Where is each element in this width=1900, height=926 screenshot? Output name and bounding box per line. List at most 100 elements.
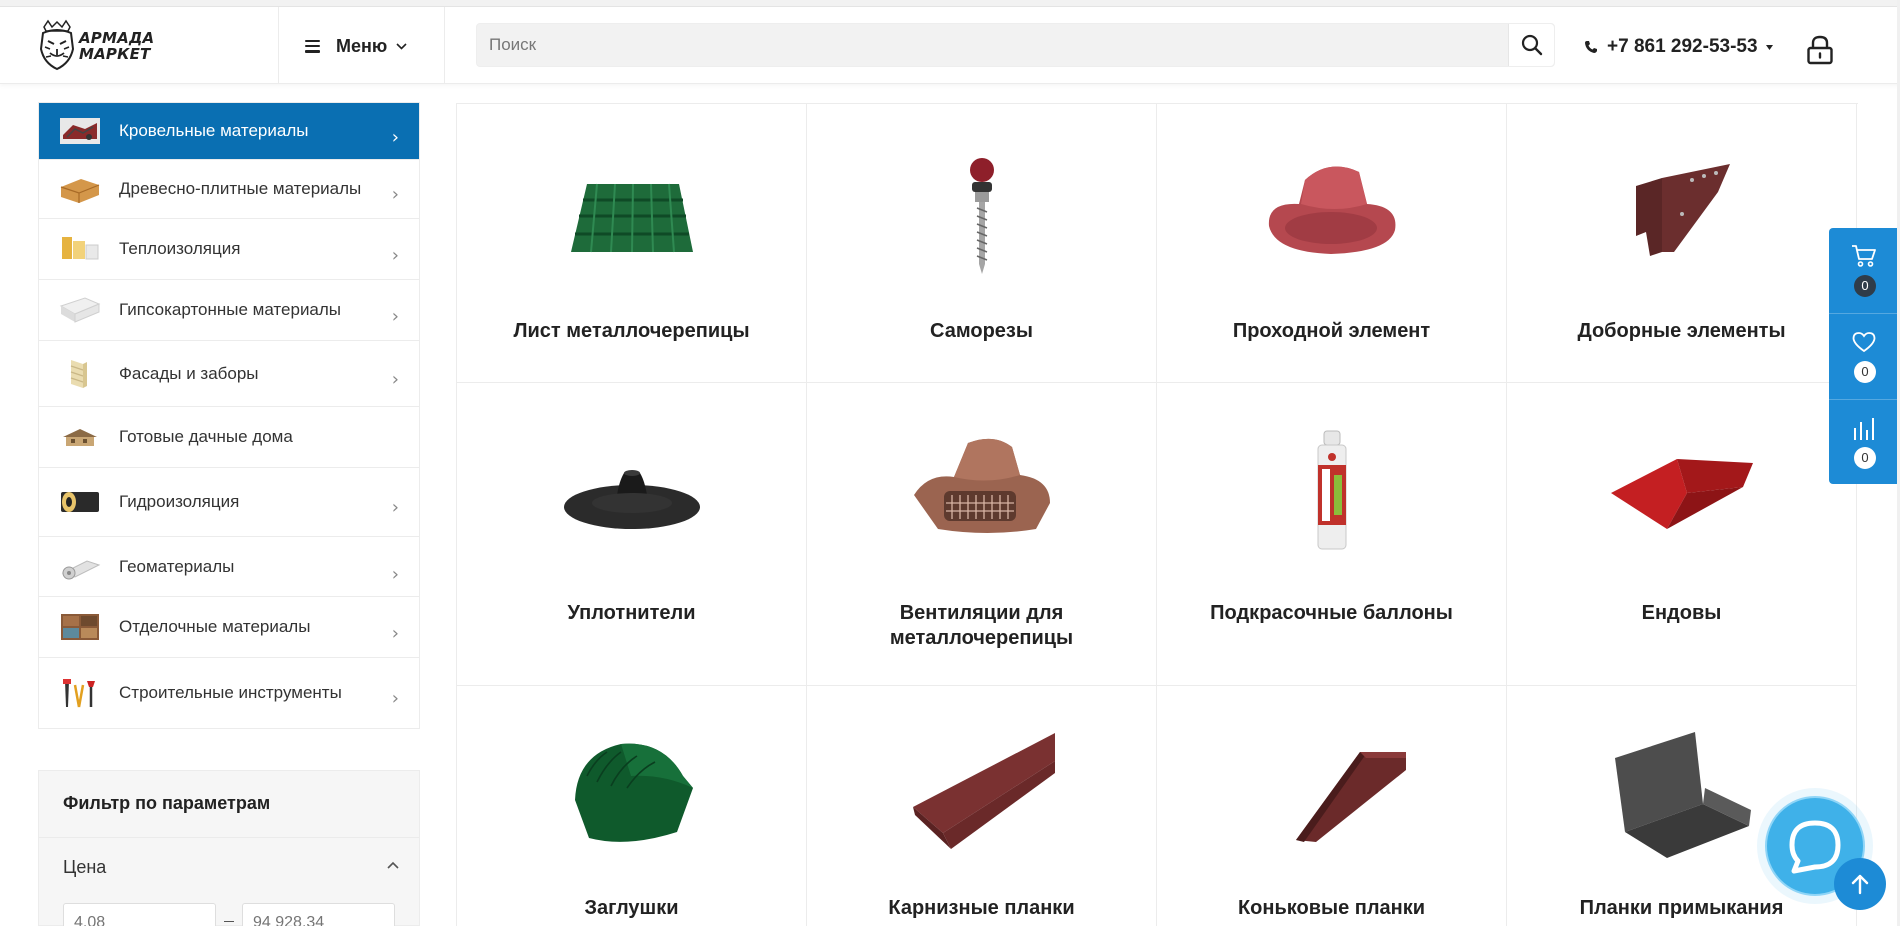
sidebar-item-tools[interactable]: Строительные инструменты › (39, 658, 419, 728)
phone-number: +7 861 292-53-53 (1607, 36, 1758, 57)
chevron-right-icon: › (391, 623, 399, 644)
chevron-right-icon: › (391, 127, 399, 148)
price-label: Цена (63, 857, 107, 877)
category-tile[interactable]: Коньковые планки (1157, 686, 1507, 926)
category-name: Ендовы (1641, 602, 1722, 624)
favorites-count-badge: 0 (1854, 361, 1876, 383)
sidebar-item-roofing[interactable]: Кровельные материалы › (39, 103, 419, 160)
price-min-input[interactable] (63, 903, 216, 926)
search-bar (476, 23, 1555, 67)
pass-element-image (1157, 152, 1506, 264)
filter-panel: Фильтр по параметрам Цена (38, 770, 420, 926)
category-name: Заглушки (584, 897, 679, 919)
sidebar-item-drywall[interactable]: Гипсокартонные материалы › (39, 280, 419, 341)
wood-panels-thumbnail-icon (59, 173, 101, 205)
country-house-thumbnail-icon (59, 421, 101, 453)
sidebar-item-label: Геоматериалы (119, 556, 235, 576)
spray-can-image (1157, 429, 1506, 551)
category-tile[interactable]: Лист металлочерепицы (457, 104, 807, 383)
tiger-logo-icon (39, 19, 75, 71)
sidebar-item-label: Гипсокартонные материалы (119, 300, 342, 319)
category-name: Карнизные планки (888, 897, 1075, 919)
seal-image (457, 453, 806, 533)
cart-widget[interactable]: 0 (1829, 228, 1900, 314)
sidebar-item-wood-panels[interactable]: Древесно-плитные материалы › (39, 160, 419, 219)
chevron-right-icon: › (391, 369, 399, 390)
additional-element-image (1507, 156, 1856, 268)
search-button[interactable] (1508, 24, 1554, 66)
category-tile[interactable]: Уплотнители (457, 383, 807, 686)
search-icon (1521, 34, 1542, 56)
cart-count-badge: 0 (1854, 275, 1876, 297)
header-divider (444, 7, 445, 84)
category-tile[interactable]: Карнизные планки (807, 686, 1157, 926)
sidebar-item-label: Отделочные материалы (119, 617, 311, 636)
caret-down-icon (1765, 44, 1773, 50)
sidebar-item-country-houses[interactable]: Готовые дачные дома (39, 407, 419, 468)
floating-widgets: 0 0 0 (1829, 228, 1900, 484)
sidebar-item-label: Кровельные материалы (119, 121, 309, 140)
sidebar-item-label: Теплоизоляция (119, 239, 241, 258)
category-tile[interactable]: Ендовы (1507, 383, 1857, 686)
sidebar-item-waterproofing[interactable]: Гидроизоляция › (39, 468, 419, 537)
logo[interactable]: АРМАДА МАРКЕТ (38, 17, 154, 75)
header-divider (278, 7, 279, 84)
site-header: АРМАДА МАРКЕТ Меню +7 861 292-53-53 (0, 7, 1900, 84)
sidebar-item-insulation[interactable]: Теплоизоляция › (39, 219, 419, 280)
filter-divider (39, 837, 419, 838)
screw-image (807, 156, 1156, 276)
scroll-to-top-button[interactable] (1834, 858, 1886, 910)
category-name: Лист металлочерепицы (513, 320, 750, 342)
tools-thumbnail-icon (59, 677, 101, 709)
category-name: Уплотнители (567, 602, 696, 624)
category-name: Доборные элементы (1577, 320, 1786, 342)
price-max-input[interactable] (242, 903, 395, 926)
eaves-strip-image (807, 731, 1156, 871)
chevron-down-icon (396, 42, 407, 50)
category-sidebar: Кровельные материалы › Древесно-плитные … (38, 102, 420, 729)
category-tile[interactable]: Подкрасочные баллоны (1157, 383, 1507, 686)
metal-tile-image (457, 174, 806, 264)
chevron-right-icon: › (391, 688, 399, 709)
sidebar-item-finishing[interactable]: Отделочные материалы › (39, 597, 419, 658)
sidebar-item-label: Готовые дачные дома (119, 427, 293, 446)
chevron-right-icon: › (391, 306, 399, 327)
geomaterials-thumbnail-icon (59, 551, 101, 583)
sidebar-item-geomaterials[interactable]: Геоматериалы › (39, 537, 419, 597)
compare-widget[interactable]: 0 (1829, 400, 1900, 486)
category-name: Вентиляции для металлочерепицы (889, 602, 1074, 649)
logo-line-1: АРМАДА (79, 29, 155, 47)
category-tile[interactable]: Проходной элемент (1157, 104, 1507, 383)
favorites-widget[interactable]: 0 (1829, 314, 1900, 400)
waterproofing-thumbnail-icon (59, 486, 101, 518)
sidebar-item-facades[interactable]: Фасады и заборы › (39, 341, 419, 407)
category-tile[interactable]: Заглушки (457, 686, 807, 926)
compare-chart-icon (1854, 418, 1874, 440)
hamburger-icon (305, 39, 320, 53)
chevron-right-icon: › (391, 497, 399, 518)
range-dash (224, 921, 234, 922)
chat-bubble-icon (1789, 820, 1841, 874)
category-name: Планки примыкания (1579, 897, 1784, 919)
ventilation-image (807, 433, 1156, 553)
main-menu-button[interactable]: Меню (305, 31, 407, 61)
compare-count-badge: 0 (1854, 447, 1876, 469)
login-button[interactable] (1806, 35, 1834, 70)
ridge-strip-image (1157, 750, 1506, 850)
chevron-up-icon[interactable] (387, 861, 399, 869)
category-tile[interactable]: Вентиляции для металлочерепицы (807, 383, 1157, 686)
product-category-grid: Лист металлочерепицы Саморезы Проходной … (456, 103, 1858, 926)
category-tile[interactable]: Доборные элементы (1507, 104, 1857, 383)
phone-dropdown[interactable]: +7 861 292-53-53 (1584, 36, 1773, 58)
lock-icon (1807, 35, 1833, 65)
top-strip (0, 0, 1900, 7)
search-input[interactable] (477, 24, 1507, 66)
category-tile[interactable]: Саморезы (807, 104, 1157, 383)
insulation-thumbnail-icon (59, 233, 101, 265)
finishing-thumbnail-icon (59, 611, 101, 643)
sidebar-item-label: Фасады и заборы (119, 363, 259, 383)
roofing-thumbnail-icon (59, 115, 101, 147)
sidebar-item-label: Гидроизоляция (119, 492, 240, 511)
logo-line-2: МАРКЕТ (79, 45, 151, 63)
facades-thumbnail-icon (59, 358, 101, 390)
